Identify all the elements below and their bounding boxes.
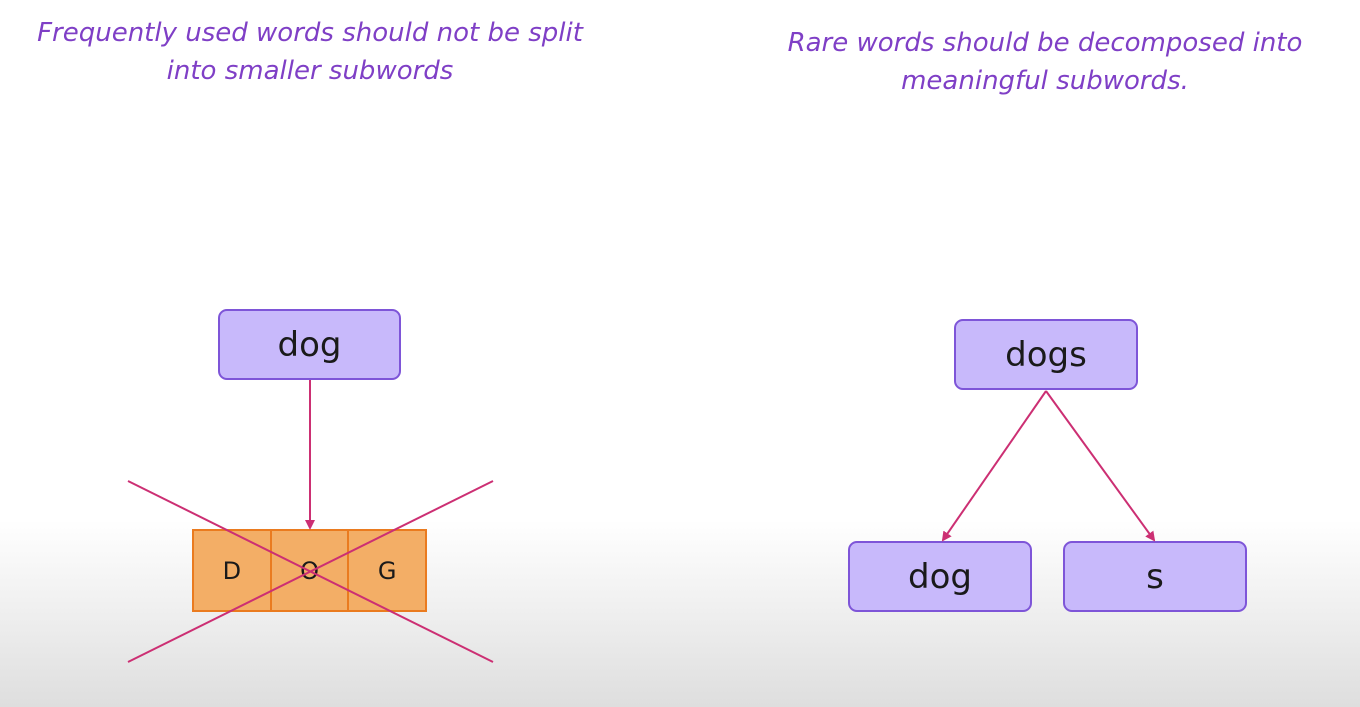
subword-box-2: s: [1063, 541, 1247, 612]
char-cell-3: G: [349, 529, 428, 612]
left-word-label: dog: [277, 324, 342, 365]
char-cell-1: D: [192, 529, 272, 612]
split-arrow-right: [1045, 390, 1156, 542]
left-caption-line-2: into smaller subwords: [166, 56, 454, 86]
left-word-box: dog: [218, 309, 401, 380]
left-caption: Frequently used words should not be spli…: [10, 14, 610, 90]
right-caption-line-1: Rare words should be decomposed into: [787, 28, 1303, 58]
subword-label-2: s: [1146, 556, 1164, 597]
right-word-label: dogs: [1005, 334, 1087, 375]
right-caption-line-2: meaningful subwords.: [901, 66, 1189, 96]
character-split-row: D O G: [192, 529, 428, 612]
subword-box-1: dog: [848, 541, 1032, 612]
right-word-box: dogs: [954, 319, 1138, 390]
left-caption-line-1: Frequently used words should not be spli…: [37, 18, 583, 48]
char-cell-2: O: [271, 529, 350, 612]
right-caption: Rare words should be decomposed into mea…: [740, 24, 1350, 100]
subword-label-1: dog: [908, 556, 972, 597]
split-arrow-left: [941, 390, 1047, 542]
